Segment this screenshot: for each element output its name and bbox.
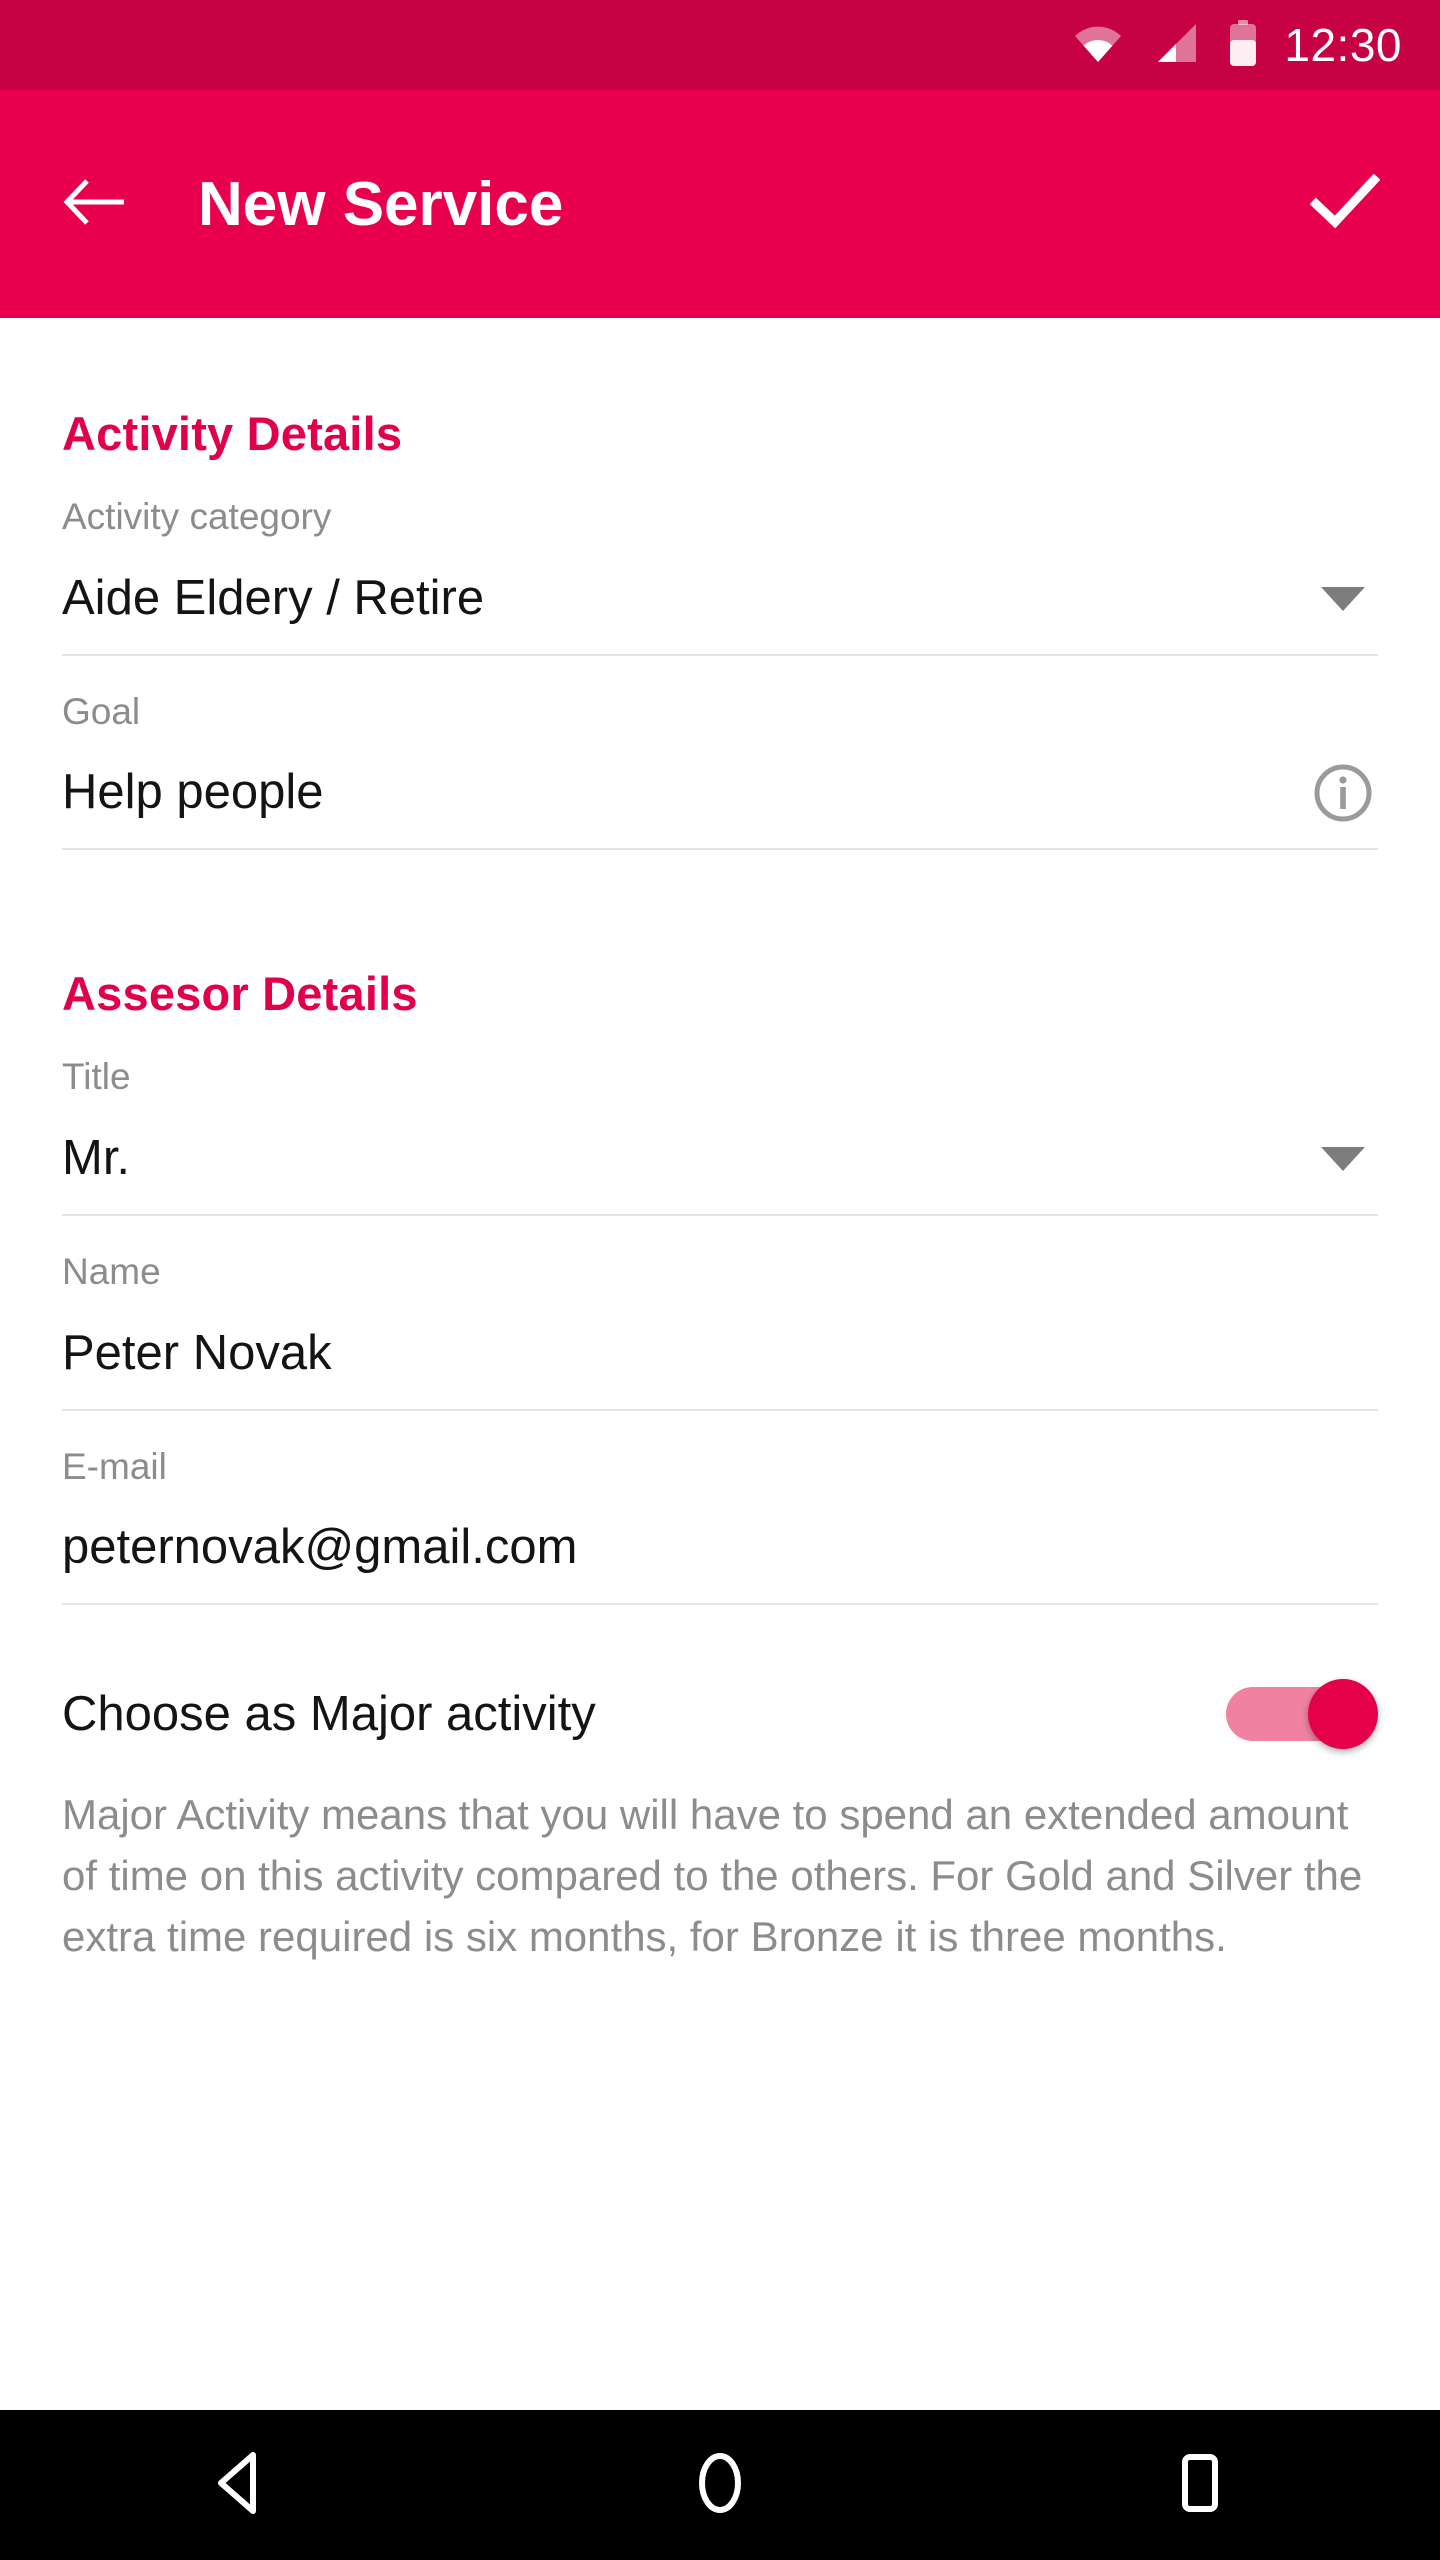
arrow-left-icon [62, 177, 128, 232]
status-clock: 12:30 [1284, 19, 1402, 71]
recents-square-icon [1173, 2451, 1227, 2520]
name-value[interactable]: Peter Novak [62, 1326, 1378, 1381]
field-activity-category[interactable]: Activity category Aide Eldery / Retire [62, 461, 1378, 656]
goal-value[interactable]: Help people [62, 766, 1308, 820]
major-activity-label: Choose as Major activity [62, 1687, 596, 1742]
major-activity-row: Choose as Major activity [62, 1679, 1378, 1750]
field-label: Title [62, 1056, 131, 1098]
phone-screen: 12:30 New Service Activity Details Activ… [0, 0, 1440, 2560]
chevron-down-icon[interactable] [1308, 1124, 1378, 1194]
title-value[interactable]: Mr. [62, 1131, 1308, 1186]
field-label: Name [62, 1251, 161, 1293]
chevron-down-icon[interactable] [1308, 564, 1378, 634]
status-icon-group [1074, 19, 1258, 71]
field-label: Activity category [62, 496, 332, 537]
toggle-thumb [1308, 1679, 1378, 1750]
home-circle-icon [695, 2451, 745, 2520]
form-content: Activity Details Activity category Aide … [0, 318, 1440, 2410]
section-header-assesor-details: Assesor Details [62, 967, 418, 1021]
back-triangle-icon [211, 2451, 269, 2520]
section-header-activity-details: Activity Details [62, 407, 403, 460]
wifi-icon [1074, 24, 1122, 67]
major-activity-description: Major Activity means that you will have … [62, 1791, 1363, 1961]
nav-recents-button[interactable] [1125, 2410, 1275, 2560]
confirm-button[interactable] [1302, 161, 1388, 247]
battery-icon [1228, 19, 1258, 71]
status-bar: 12:30 [0, 0, 1440, 90]
field-name[interactable]: Name Peter Novak [62, 1216, 1378, 1411]
info-icon[interactable] [1308, 758, 1378, 828]
nav-home-button[interactable] [645, 2410, 795, 2560]
page-title: New Service [198, 169, 564, 239]
field-title[interactable]: Title Mr. [62, 1021, 1378, 1217]
app-bar: New Service [0, 90, 1440, 318]
field-email[interactable]: E-mail peternovak@gmail.com [62, 1411, 1378, 1606]
field-value-row: Help people [62, 758, 1378, 828]
back-button[interactable] [52, 161, 138, 247]
nav-back-button[interactable] [165, 2410, 315, 2560]
cellular-signal-icon [1152, 22, 1198, 69]
check-icon [1309, 173, 1381, 235]
major-activity-toggle[interactable] [1226, 1679, 1378, 1750]
email-value[interactable]: peternovak@gmail.com [62, 1521, 1378, 1575]
field-label: E-mail [62, 1445, 167, 1487]
field-goal[interactable]: Goal Help people [62, 656, 1378, 851]
field-value-row: Aide Eldery / Retire [62, 564, 1378, 634]
android-nav-bar [0, 2410, 1440, 2560]
field-value-row: peternovak@gmail.com [62, 1513, 1378, 1583]
field-label: Goal [62, 690, 141, 732]
activity-category-value[interactable]: Aide Eldery / Retire [62, 571, 1308, 626]
field-value-row: Peter Novak [62, 1319, 1378, 1389]
field-value-row: Mr. [62, 1124, 1378, 1194]
